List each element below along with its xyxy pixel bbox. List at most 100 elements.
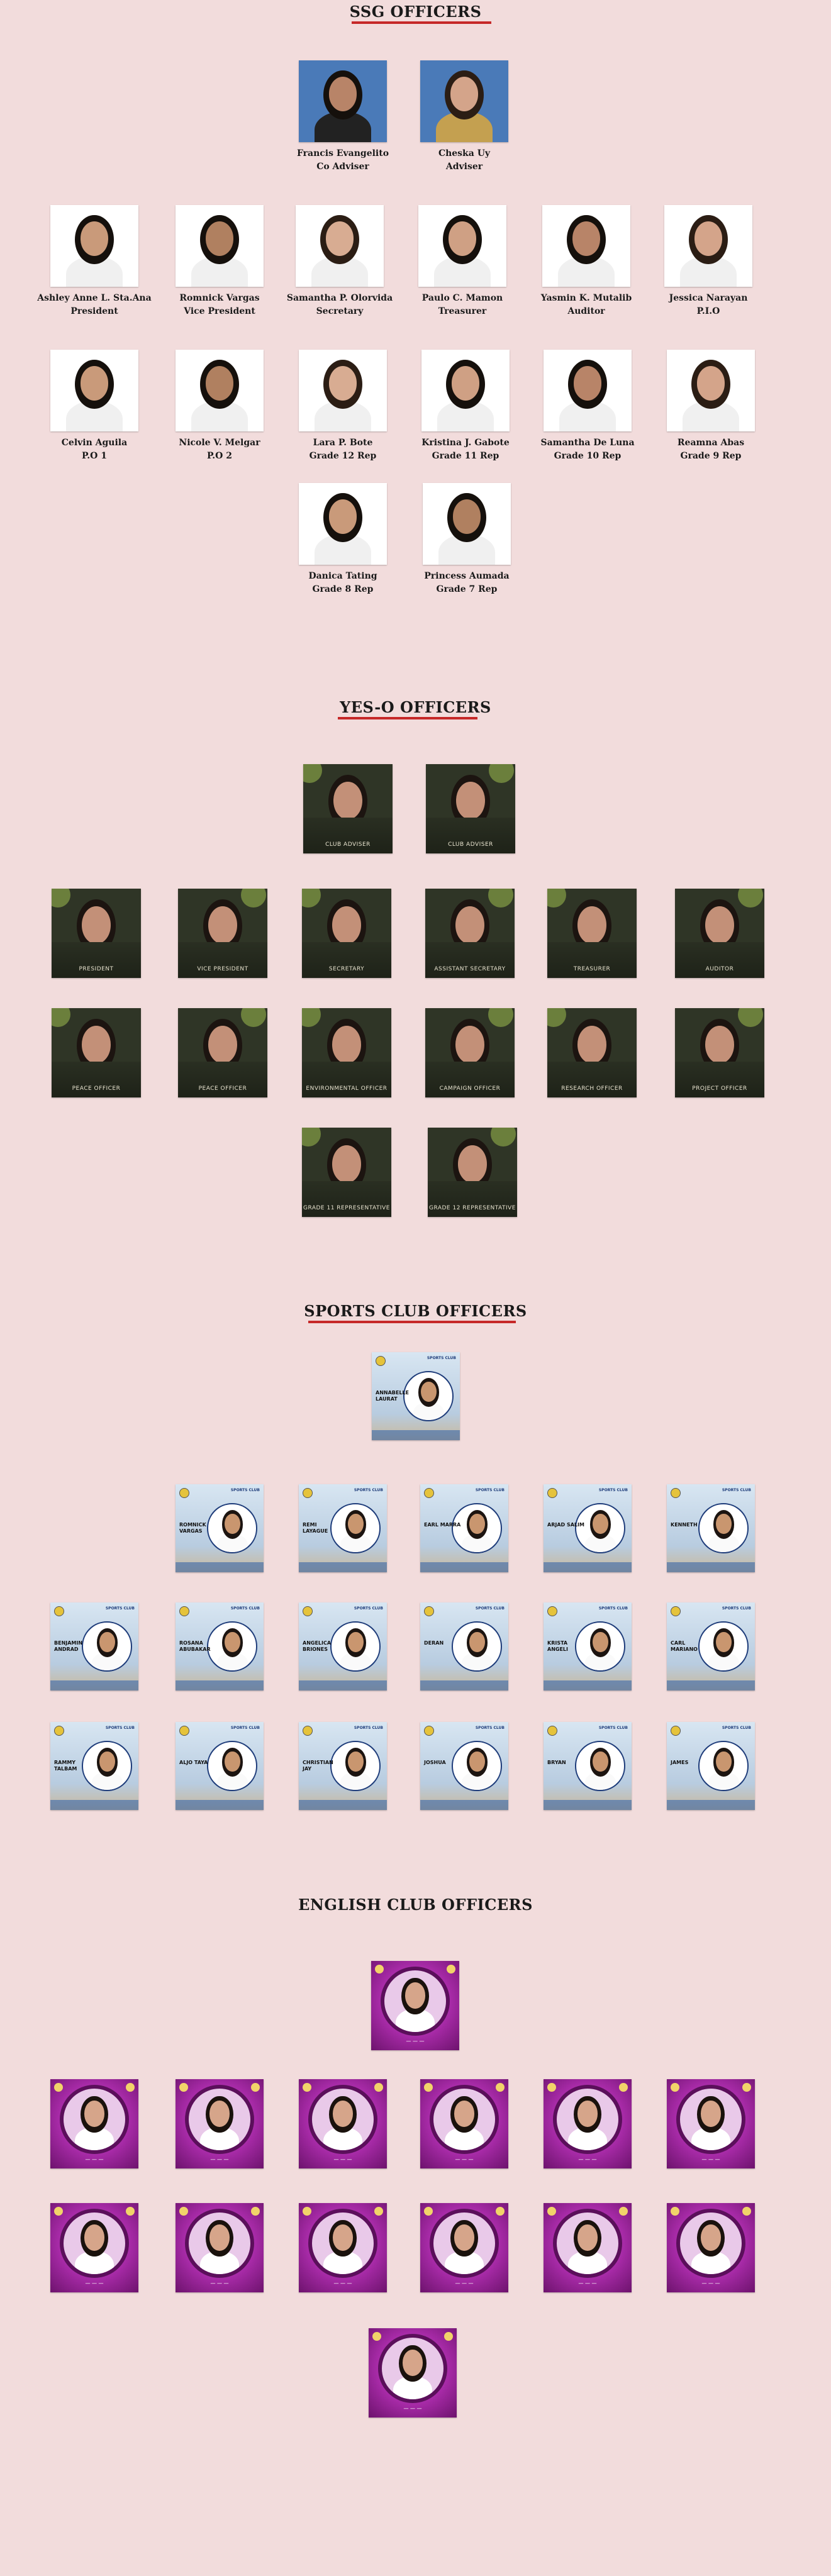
officer-photo: — — — <box>176 2079 264 2168</box>
portrait-face <box>454 2224 474 2251</box>
portrait-frame <box>185 2084 254 2154</box>
officer-photo: SPORTS CLUB RAMMY TALBAM <box>50 1722 138 1810</box>
sports-club-header: SPORTS CLUB <box>475 1726 505 1730</box>
portrait-face <box>80 366 109 401</box>
officer-photo: — — — <box>544 2203 632 2292</box>
officer-photo <box>296 205 384 287</box>
school-logo-icon <box>547 1488 557 1498</box>
english-officer-card: — — — <box>371 1961 459 2050</box>
portrait-frame <box>430 2208 499 2278</box>
yeso-role-label: PRESIDENT <box>79 966 114 972</box>
ssg-section-title: SSG OFFICERS <box>349 3 482 21</box>
portrait-frame <box>308 2084 377 2154</box>
sports-officer-card: SPORTS CLUB JAMES <box>667 1722 755 1810</box>
portrait-face <box>455 1026 484 1064</box>
portrait-face <box>452 499 481 534</box>
officer-name: Kristina J. Gabote <box>421 438 510 448</box>
leaf-decoration <box>302 889 321 908</box>
sports-club-header: SPORTS CLUB <box>598 1488 628 1492</box>
yeso-officer-card: GRADE 12 REPRESENTATIVE <box>428 1128 517 1217</box>
officer-photo: — — — <box>667 2203 755 2292</box>
leaf-decoration <box>547 889 566 908</box>
officer-role: P.O 2 <box>207 451 232 461</box>
officer-photo: — — — <box>371 1961 459 2050</box>
officer-photo: SPORTS CLUB ROMNICK VARGAS <box>176 1484 264 1572</box>
leaf-decoration <box>547 1008 566 1027</box>
portrait-face <box>451 366 480 401</box>
signature-name-graphic: — — — <box>455 2280 474 2286</box>
officer-photo: SPORTS CLUB KENNETH <box>667 1484 755 1572</box>
club-seal-icon <box>447 1965 455 1974</box>
portrait-face <box>577 2101 598 2127</box>
portrait-face <box>716 1632 732 1653</box>
portrait-face <box>593 1752 608 1772</box>
sports-officer-card: SPORTS CLUB EARL MARRA <box>420 1484 508 1572</box>
sports-officer-card: SPORTS CLUB BRYAN <box>544 1722 632 1810</box>
yeso-officer-card: CAMPAIGN OFFICER <box>425 1008 515 1097</box>
officer-photo <box>299 350 387 431</box>
sports-role-bar <box>667 1800 755 1810</box>
officer-caption: Samantha P. Olorvida Secretary <box>277 292 403 318</box>
school-logo-icon <box>376 1356 386 1366</box>
officer-photo: PROJECT OFFICER <box>675 1008 764 1097</box>
officer-photo: VICE PRESIDENT <box>178 889 267 978</box>
school-logo-icon <box>547 1726 557 1736</box>
sports-club-header: SPORTS CLUB <box>475 1606 505 1611</box>
yeso-role-label: SECRETARY <box>328 966 365 972</box>
sports-club-header: SPORTS CLUB <box>105 1606 135 1611</box>
sports-club-header: SPORTS CLUB <box>427 1356 456 1360</box>
sports-officer-card: SPORTS CLUB DERAN <box>420 1602 508 1690</box>
school-logo-icon <box>179 1606 189 1616</box>
english-officer-card: — — — <box>544 2079 632 2168</box>
english-officer-card: — — — <box>176 2079 264 2168</box>
school-seal-icon <box>424 2207 433 2216</box>
yeso-officer-card: RESEARCH OFFICER <box>547 1008 637 1097</box>
yeso-officer-card: AUDITOR <box>675 889 764 978</box>
school-seal-icon <box>54 2207 63 2216</box>
school-seal-icon <box>375 1965 384 1974</box>
sports-officer-name: ROSANA ABUBAKAR <box>179 1640 211 1652</box>
school-seal-icon <box>372 2332 381 2341</box>
school-logo-icon <box>179 1488 189 1498</box>
signature-name-graphic: — — — <box>85 2280 104 2286</box>
officer-role: Grade 9 Rep <box>680 451 742 461</box>
officer-name: Yasmin K. Mutalib <box>540 293 632 303</box>
signature-name-graphic: — — — <box>406 2038 425 2044</box>
club-seal-icon <box>126 2083 135 2092</box>
portrait-face <box>469 1514 485 1535</box>
english-officer-card: — — — <box>299 2079 387 2168</box>
yeso-role-label: PROJECT OFFICER <box>692 1085 747 1092</box>
english-officer-card: — — — <box>544 2203 632 2292</box>
officer-photo <box>299 60 387 142</box>
portrait-face <box>205 221 234 256</box>
school-seal-icon <box>547 2207 556 2216</box>
portrait-frame <box>378 2333 447 2403</box>
yeso-officer-card: CLUB ADVISER <box>426 764 515 853</box>
yeso-role-label: CAMPAIGN OFFICER <box>439 1085 501 1092</box>
portrait-frame <box>676 2208 745 2278</box>
signature-name-graphic: — — — <box>403 2406 422 2411</box>
officer-role: Grade 12 Rep <box>309 451 377 461</box>
sports-officer-card: SPORTS CLUB ALJO TAYA <box>176 1722 264 1810</box>
english-section-title: ENGLISH CLUB OFFICERS <box>298 1896 533 1914</box>
officer-name: Ashley Anne L. Sta.Ana <box>37 293 152 303</box>
portrait-face <box>82 1026 111 1064</box>
sports-officer-card: SPORTS CLUB KENNETH <box>667 1484 755 1572</box>
sports-role-bar <box>420 1562 508 1572</box>
portrait-face <box>332 1145 361 1184</box>
portrait-face <box>405 1982 425 2009</box>
officer-role: President <box>70 306 118 316</box>
english-officer-card: — — — <box>299 2203 387 2292</box>
sports-role-bar <box>50 1800 138 1810</box>
ssg-officer-card <box>421 350 510 431</box>
school-logo-icon <box>54 1726 64 1736</box>
club-seal-icon <box>444 2332 453 2341</box>
school-seal-icon <box>54 2083 63 2092</box>
sports-officer-name: KRISTA ANGELI <box>547 1640 568 1652</box>
portrait-face <box>325 221 354 256</box>
club-seal-icon <box>251 2207 260 2216</box>
officer-photo: RESEARCH OFFICER <box>547 1008 637 1097</box>
yeso-officer-card: SECRETARY <box>302 889 391 978</box>
ssg-officer-card <box>296 205 384 287</box>
officer-photo: CAMPAIGN OFFICER <box>425 1008 515 1097</box>
